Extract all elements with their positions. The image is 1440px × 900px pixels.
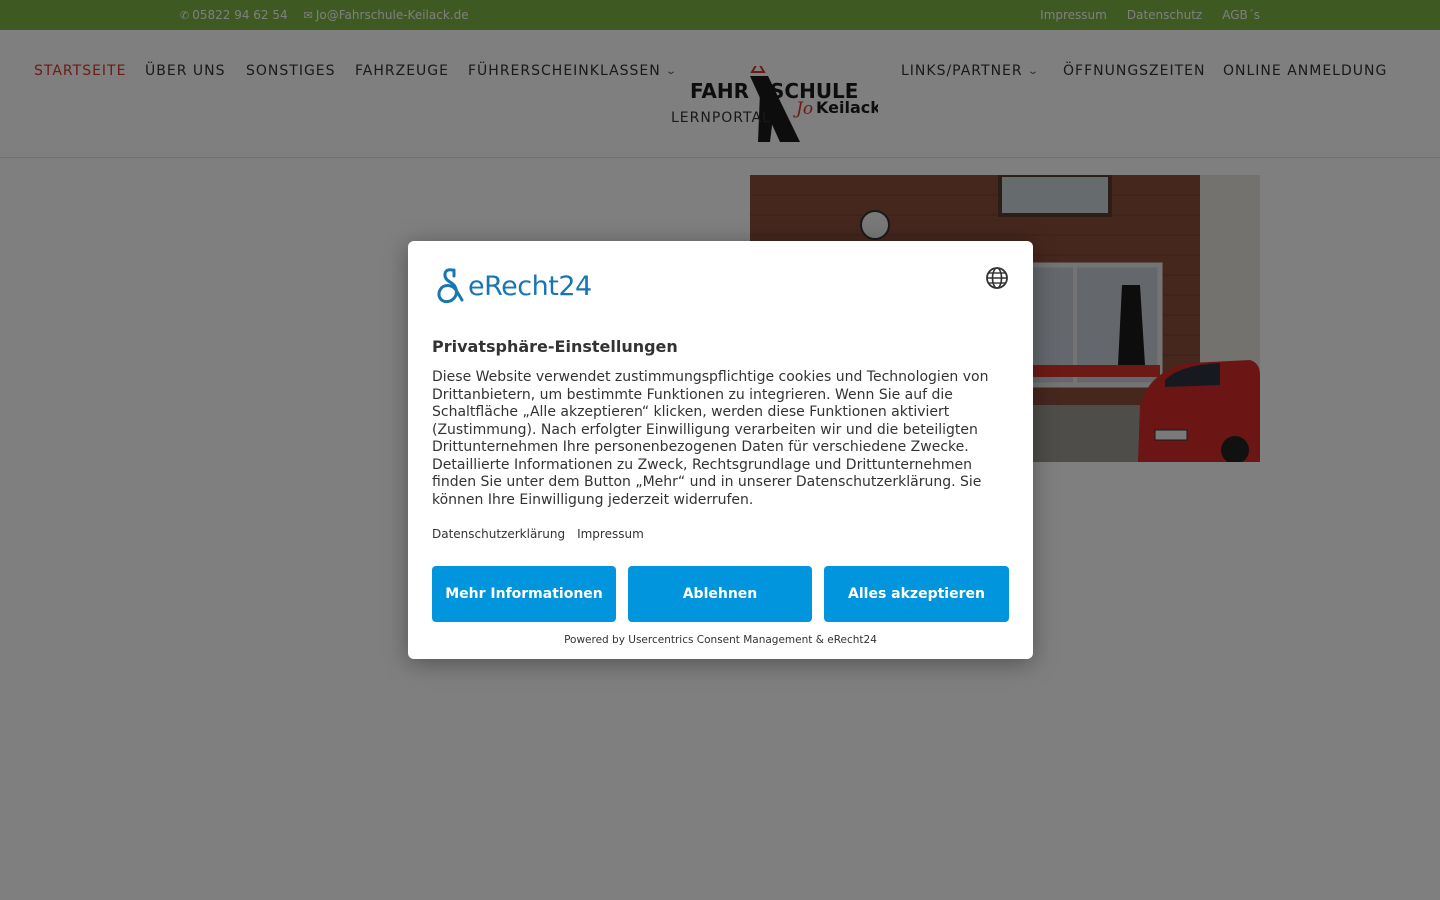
language-globe-icon[interactable] — [985, 266, 1009, 290]
consent-dialog: eRecht24 Privatsphäre-Einstellungen Dies… — [408, 241, 1033, 659]
erecht24-mark-icon — [437, 268, 464, 304]
consent-title: Privatsphäre-Einstellungen — [432, 337, 678, 356]
decline-button[interactable]: Ablehnen — [628, 566, 812, 622]
consent-buttons: Mehr Informationen Ablehnen Alles akzept… — [432, 566, 1009, 622]
consent-links: Datenschutzerklärung Impressum — [432, 527, 644, 541]
imprint-link[interactable]: Impressum — [577, 527, 644, 541]
more-information-button[interactable]: Mehr Informationen — [432, 566, 616, 622]
accept-all-button[interactable]: Alles akzeptieren — [824, 566, 1009, 622]
privacy-policy-link[interactable]: Datenschutzerklärung — [432, 527, 565, 541]
consent-description: Diese Website verwendet zustimmungspflic… — [432, 369, 989, 508]
erecht24-logo: eRecht24 — [432, 266, 592, 306]
powered-by-footer: Powered by Usercentrics Consent Manageme… — [564, 634, 877, 646]
erecht24-wordmark: eRecht24 — [468, 270, 592, 302]
